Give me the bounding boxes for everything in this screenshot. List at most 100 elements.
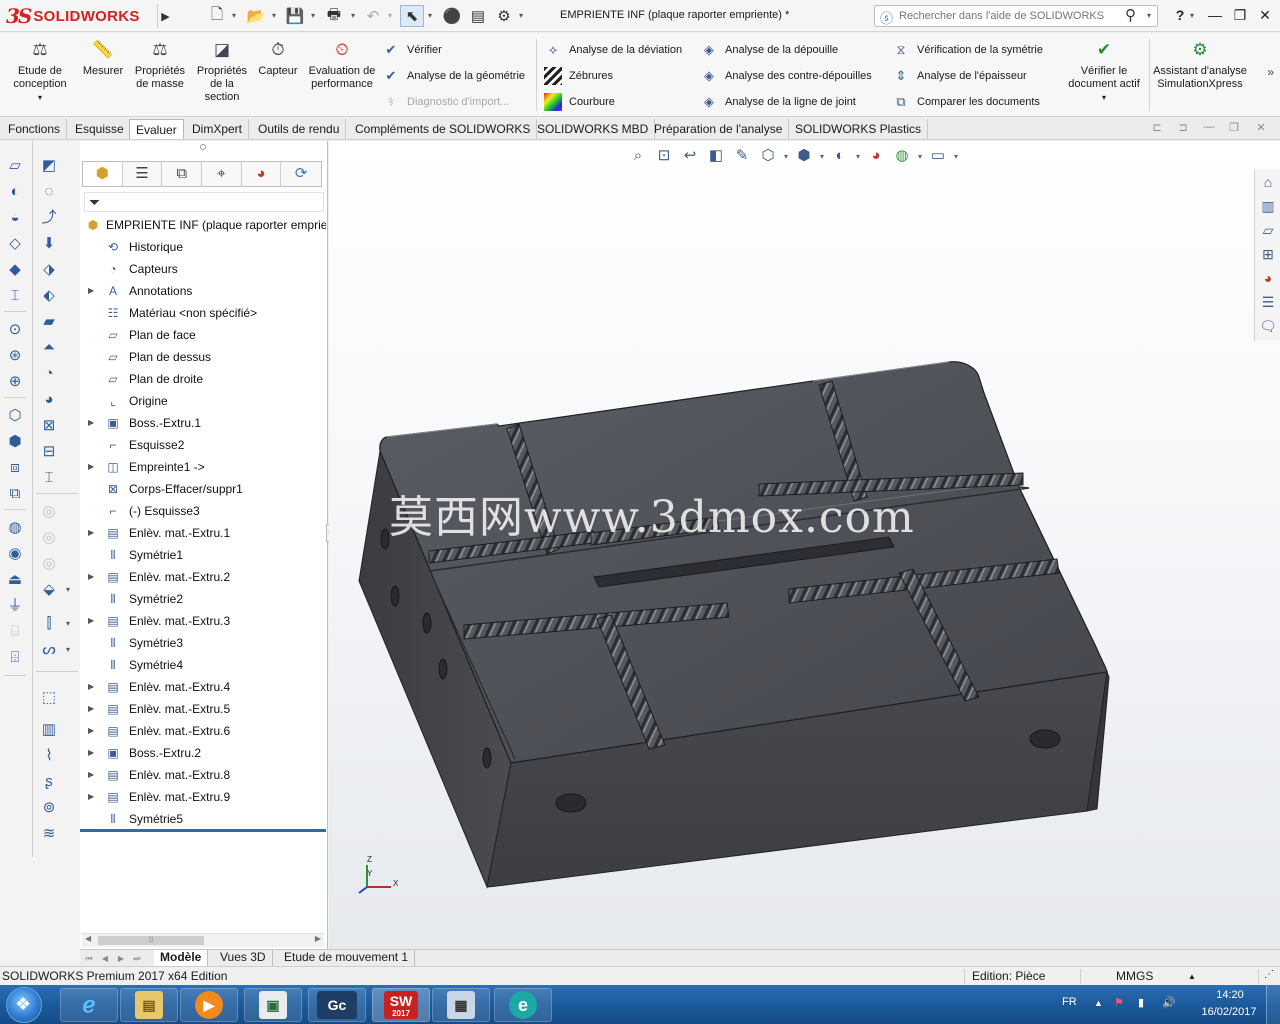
tab-evaluate[interactable]: Evaluer <box>129 119 184 139</box>
doc-restore-icon[interactable]: ❐ <box>1225 121 1243 137</box>
tree-item[interactable]: ▶ A Annotations <box>80 280 326 302</box>
insert-part-icon[interactable]: ⧈ <box>4 457 26 479</box>
tree-item[interactable]: ▱ Plan de face <box>80 324 326 346</box>
split-icon[interactable]: ⊟ <box>38 441 60 463</box>
resize-grip-icon[interactable]: ⋰ <box>1264 969 1274 980</box>
taskbar-app-solidworks[interactable]: SW 2017 <box>372 988 430 1022</box>
sensor-button[interactable]: ⏱ Capteur <box>254 39 302 78</box>
cut-icon[interactable]: ⊠ <box>38 415 60 437</box>
clock-date[interactable]: 16/02/2017 <box>1194 1006 1264 1018</box>
taskbar-app-gc[interactable]: Gc <box>308 988 366 1022</box>
tree-item[interactable]: ⫴ Symétrie2 <box>80 588 326 610</box>
simulationxpress-button[interactable]: ⚙ Assistant d'analyse SimulationXpress <box>1152 39 1248 91</box>
plane-tool-icon[interactable]: ▰ <box>38 311 60 333</box>
chamfer-icon[interactable]: ◌ <box>38 181 60 203</box>
photoview-icon[interactable]: ⌹ <box>4 647 26 669</box>
tree-item[interactable]: ▶ ◫ Empreinte1 -> <box>80 456 326 478</box>
apply-scene-dropdown-icon[interactable]: ▾ <box>915 152 925 161</box>
propertymanager-tab-icon[interactable]: ☰ <box>123 162 163 186</box>
hide-show-items-icon[interactable]: ◐ <box>827 145 853 167</box>
tab-last-icon[interactable]: ⏭ <box>130 952 144 965</box>
tree-item[interactable]: ▶ ▤ Enlèv. mat.-Extru.8 <box>80 764 326 786</box>
solidworks-resources-icon[interactable]: ⌂ <box>1257 171 1279 193</box>
solidworks-logo[interactable]: 3S SOLIDWORKS <box>6 4 154 28</box>
tab-addins[interactable]: Compléments de SOLIDWORKS <box>349 119 538 139</box>
expand-arrow-icon[interactable]: ▶ <box>88 698 98 720</box>
swept-cut-icon[interactable]: ◕ <box>38 389 60 411</box>
dynamic-annotation-icon[interactable]: ✎ <box>729 145 755 167</box>
network-icon[interactable]: ▮ <box>1138 996 1144 1009</box>
expand-arrow-icon[interactable]: ▶ <box>88 676 98 698</box>
shell-icon[interactable]: ⬗ <box>38 259 60 281</box>
print-icon[interactable]: 🖶 <box>323 5 345 27</box>
menu-expand-arrow-icon[interactable]: ▶ <box>157 4 173 28</box>
tree-filter[interactable]: ⏷ <box>84 192 324 212</box>
tree-item[interactable]: ▱ Plan de dessus <box>80 346 326 368</box>
expand-arrow-icon[interactable]: ▶ <box>88 412 98 434</box>
sweep-icon[interactable]: ◒ <box>4 207 26 229</box>
fillet-icon[interactable]: ◩ <box>38 155 60 177</box>
section-properties-button[interactable]: ◪ Propriétés de la section <box>192 39 252 104</box>
tree-horizontal-scrollbar[interactable]: ◀ ⦙⦙⦙ ▶ <box>82 933 324 947</box>
print-dropdown-icon[interactable]: ▾ <box>351 11 355 20</box>
tab-plastics[interactable]: SOLIDWORKS Plastics <box>789 119 929 139</box>
featuremanager-tab-icon[interactable]: ⬢ <box>83 162 123 186</box>
move-body-icon[interactable]: ⧉ <box>4 483 26 505</box>
design-study-dropdown-icon[interactable]: ▾ <box>6 91 74 104</box>
help-search-input[interactable] <box>899 8 1119 24</box>
rebuild-icon[interactable]: ⚫ <box>442 5 462 27</box>
expand-arrow-icon[interactable]: ▶ <box>88 764 98 786</box>
mirror-tool-icon[interactable]: ⬖ <box>38 285 60 307</box>
revolve-icon[interactable]: ◐ <box>4 181 26 203</box>
doc-minimize-icon[interactable]: — <box>1200 121 1218 137</box>
save-icon[interactable]: 💾 <box>284 5 306 27</box>
undercut-analysis-button[interactable]: ◈ Analyse des contre-dépouilles <box>700 66 872 86</box>
tab-mbd[interactable]: SOLIDWORKS MBD <box>531 119 656 139</box>
view-orientation-icon[interactable]: ⬡ <box>755 145 781 167</box>
tree-item[interactable]: ◔ Capteurs <box>80 258 326 280</box>
tree-item[interactable]: ▶ ▤ Enlèv. mat.-Extru.6 <box>80 720 326 742</box>
tab-analysis-preparation[interactable]: Préparation de l'analyse <box>648 119 790 139</box>
vent-icon[interactable]: ≋ <box>38 823 60 845</box>
reference-geometry-dropdown-icon[interactable]: ▾ <box>66 585 70 594</box>
select-dropdown-icon[interactable]: ▾ <box>428 11 432 20</box>
taskbar-app-window[interactable]: ▣ <box>244 988 302 1022</box>
appearance-icon[interactable]: ◍ <box>4 517 26 539</box>
instant3d-icon[interactable]: ᔕ <box>38 639 60 661</box>
tab-motion-study[interactable]: Etude de mouvement 1 <box>278 950 416 966</box>
select-icon[interactable]: ⬉ <box>400 5 424 27</box>
help-dropdown-icon[interactable]: ▾ <box>1190 11 1194 20</box>
graphics-area[interactable]: 莫西网www.3dmox.com Z Y X ⌕ ⊡ ↩ ◧ ✎ ⬡ ▾ ⬢ ▾… <box>329 141 1280 949</box>
edit-appearance-icon[interactable]: ◕ <box>863 145 889 167</box>
curves-dropdown-icon[interactable]: ▾ <box>66 619 70 628</box>
new-document-icon[interactable]: 🗋 <box>206 5 228 27</box>
custom-properties-icon[interactable]: ☰ <box>1257 291 1279 313</box>
tree-item[interactable]: ▱ Plan de droite <box>80 368 326 390</box>
expand-arrow-icon[interactable]: ▶ <box>88 456 98 478</box>
zoom-to-fit-icon[interactable]: ⌕ <box>625 145 651 167</box>
tree-item[interactable]: ⌐ (-) Esquisse3 <box>80 500 326 522</box>
tab-3d-views[interactable]: Vues 3D <box>214 950 273 966</box>
unit-system[interactable]: MMGS <box>1116 969 1153 983</box>
tree-item[interactable]: ⊠ Corps-Effacer/suppr1 <box>80 478 326 500</box>
language-indicator[interactable]: FR <box>1062 996 1077 1008</box>
wall-icon[interactable]: ▥ <box>38 719 60 741</box>
camera-icon[interactable]: ⌸ <box>4 621 26 643</box>
expand-arrow-icon[interactable]: ▶ <box>88 280 98 302</box>
tree-item[interactable]: ▶ ▤ Enlèv. mat.-Extru.1 <box>80 522 326 544</box>
tab-first-icon[interactable]: ⏮ <box>82 952 96 965</box>
draft-analysis-button[interactable]: ◈ Analyse de la dépouille <box>700 40 838 60</box>
displaymanager-tab-icon[interactable]: ◕ <box>242 162 282 186</box>
extrude-tool-icon[interactable]: ⏶ <box>38 337 60 359</box>
reference-geometry-icon[interactable]: ⬙ <box>38 579 60 601</box>
previous-window-icon[interactable]: ⊏ <box>1148 121 1166 137</box>
tab-dimxpert[interactable]: DimXpert <box>186 119 250 139</box>
spring-icon[interactable]: ʂ <box>38 771 60 793</box>
tree-item[interactable]: ⫴ Symétrie5 <box>80 808 326 830</box>
measure-button[interactable]: 📏 Mesurer <box>80 39 126 78</box>
hide-show-dropdown-icon[interactable]: ▾ <box>853 152 863 161</box>
instant3d-dropdown-icon[interactable]: ▾ <box>66 645 70 654</box>
tree-item[interactable]: ▶ ▤ Enlèv. mat.-Extru.4 <box>80 676 326 698</box>
scroll-right-icon[interactable]: ▶ <box>315 934 321 943</box>
action-center-icon[interactable]: ⚑ <box>1114 996 1124 1009</box>
